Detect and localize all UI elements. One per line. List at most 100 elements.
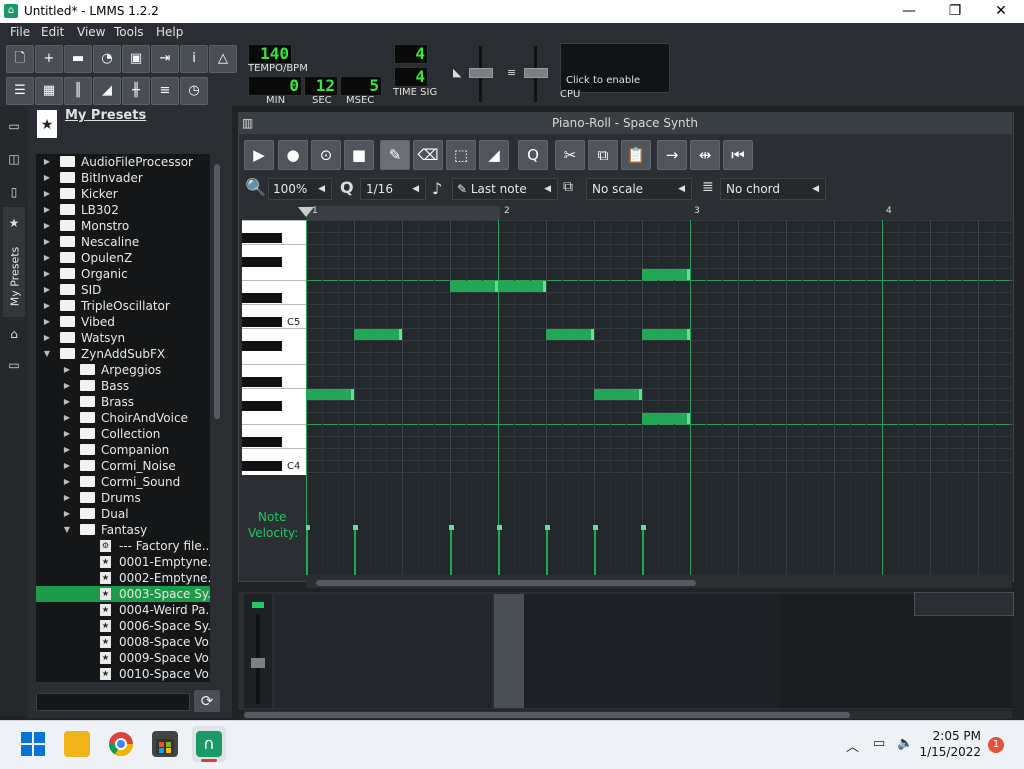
velocity-bar[interactable] bbox=[546, 527, 548, 575]
black-key[interactable] bbox=[242, 401, 282, 411]
open-project-icon[interactable]: ▬ bbox=[64, 45, 92, 73]
velocity-editor[interactable] bbox=[306, 475, 1012, 575]
black-key[interactable] bbox=[242, 233, 282, 243]
whats-this-icon[interactable]: i bbox=[180, 45, 208, 73]
collapsed-arrow-icon[interactable]: ▶ bbox=[42, 298, 52, 314]
collapsed-arrow-icon[interactable]: ▶ bbox=[42, 250, 52, 266]
record-button[interactable]: ● bbox=[278, 140, 308, 170]
home-icon[interactable]: ⌂ bbox=[6, 327, 22, 341]
instrument-plugins-icon[interactable]: ▭ bbox=[6, 119, 22, 133]
maximize-button[interactable]: ❐ bbox=[932, 0, 978, 23]
track-splitter[interactable] bbox=[494, 594, 524, 708]
midi-note[interactable] bbox=[306, 389, 354, 400]
tree-folder[interactable]: ▶ ChoirAndVoice bbox=[36, 410, 210, 426]
midi-note[interactable] bbox=[642, 269, 690, 280]
master-volume-slider[interactable] bbox=[469, 68, 493, 78]
paste-icon[interactable]: 📋 bbox=[621, 140, 651, 170]
black-key[interactable] bbox=[242, 461, 282, 471]
chord-select[interactable]: No chord ◀ bbox=[720, 178, 826, 200]
reload-icon[interactable]: ⟳ bbox=[194, 690, 220, 712]
black-key[interactable] bbox=[242, 341, 282, 351]
note-grid[interactable] bbox=[306, 220, 1012, 475]
loop-points-icon[interactable]: ⇹ bbox=[690, 140, 720, 170]
black-key[interactable] bbox=[242, 437, 282, 447]
rewind-icon[interactable]: ⏮ bbox=[723, 140, 753, 170]
timeline-ruler[interactable]: 1 2 3 4 bbox=[306, 206, 1012, 220]
velocity-bar[interactable] bbox=[498, 527, 500, 575]
collapsed-arrow-icon[interactable]: ▶ bbox=[62, 474, 72, 490]
tree-folder[interactable]: ▶ Drums bbox=[36, 490, 210, 506]
draw-mode-icon[interactable]: ✎ bbox=[380, 140, 410, 170]
midi-note[interactable] bbox=[450, 281, 498, 292]
select-mode-icon[interactable]: ⬚ bbox=[446, 140, 476, 170]
midi-note[interactable] bbox=[642, 413, 690, 424]
store-icon[interactable] bbox=[152, 731, 178, 757]
collapsed-arrow-icon[interactable]: ▶ bbox=[62, 410, 72, 426]
collapsed-arrow-icon[interactable]: ▶ bbox=[62, 394, 72, 410]
tree-folder[interactable]: ▶ Cormi_Sound bbox=[36, 474, 210, 490]
tree-scrollbar[interactable] bbox=[212, 154, 222, 682]
start-button[interactable] bbox=[20, 731, 46, 757]
master-pitch-slider[interactable] bbox=[524, 68, 548, 78]
collapsed-arrow-icon[interactable]: ▶ bbox=[42, 218, 52, 234]
midi-note[interactable] bbox=[498, 281, 546, 292]
tree-folder[interactable]: ▶ SID bbox=[36, 282, 210, 298]
timesig-numerator[interactable]: 4 bbox=[394, 44, 428, 64]
collapsed-arrow-icon[interactable]: ▶ bbox=[42, 154, 52, 170]
stop-autoscroll-icon[interactable]: → bbox=[657, 140, 687, 170]
black-key[interactable] bbox=[242, 317, 282, 327]
velocity-bar[interactable] bbox=[306, 527, 308, 575]
tree-folder[interactable]: ▼ Fantasy bbox=[36, 522, 210, 538]
tempo-display[interactable]: 140 bbox=[248, 44, 292, 64]
menu-file[interactable]: File bbox=[10, 25, 30, 39]
tree-folder[interactable]: ▶ Dual bbox=[36, 506, 210, 522]
note-length-select[interactable]: ✎ Last note ◀ bbox=[452, 178, 558, 200]
playhead-marker[interactable] bbox=[298, 207, 314, 217]
mixer-icon[interactable]: ╫ bbox=[122, 77, 150, 105]
tree-folder[interactable]: ▶ AudioFileProcessor bbox=[36, 154, 210, 170]
file-explorer-icon[interactable] bbox=[64, 731, 90, 757]
metronome-icon[interactable]: △ bbox=[209, 45, 237, 73]
quantize-select[interactable]: 1/16 ◀ bbox=[360, 178, 426, 200]
song-editor-icon[interactable]: ☰ bbox=[6, 77, 34, 105]
tree-folder[interactable]: ▶ TripleOscillator bbox=[36, 298, 210, 314]
cut-icon[interactable]: ✂ bbox=[555, 140, 585, 170]
computer-icon[interactable]: ▭ bbox=[6, 358, 22, 372]
copy-icon[interactable]: ⧉ bbox=[588, 140, 618, 170]
notification-badge[interactable]: 1 bbox=[988, 737, 1004, 753]
collapsed-arrow-icon[interactable]: ▶ bbox=[42, 266, 52, 282]
collapsed-arrow-icon[interactable]: ▶ bbox=[62, 506, 72, 522]
clock-time[interactable]: 2:05 PM bbox=[910, 729, 981, 743]
zoom-select[interactable]: 100% ◀ bbox=[268, 178, 332, 200]
chrome-icon[interactable] bbox=[108, 731, 134, 757]
menu-view[interactable]: View bbox=[77, 25, 105, 39]
tree-preset[interactable]: ★ 0003-Space Sy... bbox=[36, 586, 210, 602]
black-key[interactable] bbox=[242, 377, 282, 387]
tree-folder[interactable]: ▶ OpulenZ bbox=[36, 250, 210, 266]
main-hscroll[interactable] bbox=[244, 711, 1012, 719]
play-button[interactable]: ▶ bbox=[244, 140, 274, 170]
tree-preset[interactable]: ★ 0006-Space Sy... bbox=[36, 618, 210, 634]
erase-mode-icon[interactable]: ⌫ bbox=[413, 140, 443, 170]
collapsed-arrow-icon[interactable]: ▶ bbox=[62, 490, 72, 506]
minimize-button[interactable]: — bbox=[886, 0, 932, 23]
velocity-bar[interactable] bbox=[642, 527, 644, 575]
export-icon[interactable]: ⇥ bbox=[151, 45, 179, 73]
tree-folder[interactable]: ▼ ZynAddSubFX bbox=[36, 346, 210, 362]
tree-folder[interactable]: ▶ Brass bbox=[36, 394, 210, 410]
collapsed-arrow-icon[interactable]: ▶ bbox=[42, 170, 52, 186]
controller-rack-icon[interactable]: ◷ bbox=[180, 77, 208, 105]
tree-preset[interactable]: ★ 0009-Space Vo... bbox=[36, 650, 210, 666]
scale-select[interactable]: No scale ◀ bbox=[586, 178, 692, 200]
projects-icon[interactable]: ◫ bbox=[6, 152, 22, 166]
midi-note[interactable] bbox=[594, 389, 642, 400]
project-notes-icon[interactable]: ≡ bbox=[151, 77, 179, 105]
tree-folder[interactable]: ▶ Kicker bbox=[36, 186, 210, 202]
collapsed-arrow-icon[interactable]: ▶ bbox=[62, 378, 72, 394]
collapsed-arrow-icon[interactable]: ▶ bbox=[62, 426, 72, 442]
tree-folder[interactable]: ▶ Watsyn bbox=[36, 330, 210, 346]
fx-fader[interactable] bbox=[251, 658, 265, 668]
collapsed-arrow-icon[interactable]: ▶ bbox=[42, 202, 52, 218]
samples-icon[interactable]: ▯ bbox=[6, 185, 22, 199]
velocity-bar[interactable] bbox=[594, 527, 596, 575]
